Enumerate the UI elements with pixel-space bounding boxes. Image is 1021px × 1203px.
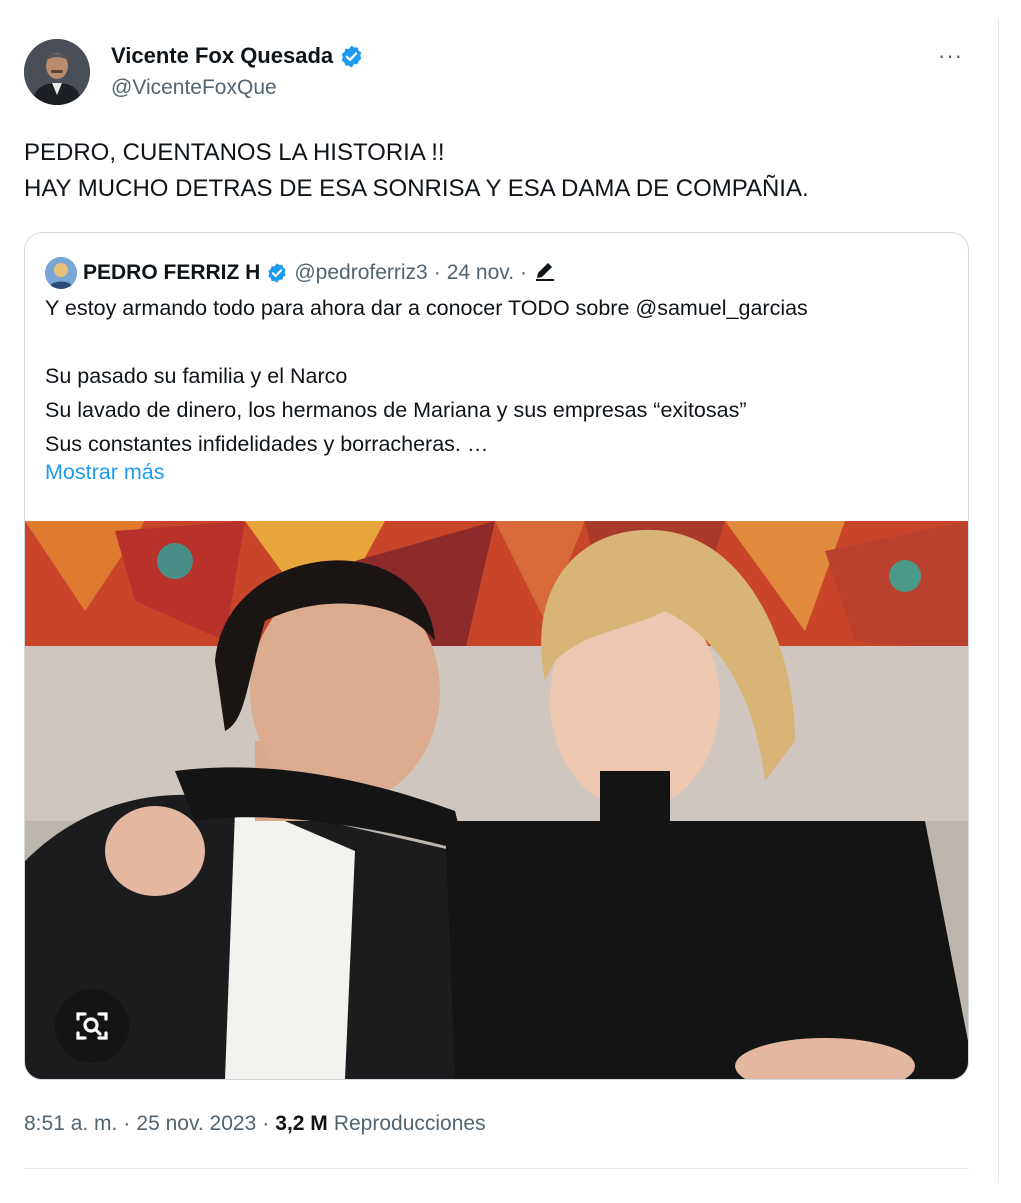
quoted-tweet-card[interactable]: PEDRO FERRIZ H @pedroferriz3 · 24 nov. ·… bbox=[24, 232, 969, 1080]
quoted-author-name[interactable]: PEDRO FERRIZ H bbox=[83, 261, 260, 285]
tweet-line-2: HAY MUCHO DETRAS DE ESA SONRISA Y ESA DA… bbox=[24, 175, 809, 202]
quoted-photo[interactable] bbox=[25, 521, 968, 1079]
separator-dot: · bbox=[123, 1112, 131, 1135]
quoted-text: Y estoy armando todo para ahora dar a co… bbox=[45, 296, 808, 456]
separator-dot: · bbox=[262, 1112, 270, 1135]
separator-dot: · bbox=[433, 261, 441, 284]
visual-search-icon bbox=[76, 1012, 108, 1040]
quoted-verified-badge-icon bbox=[266, 262, 288, 284]
separator-dot: · bbox=[520, 261, 528, 284]
author-handle[interactable]: @VicenteFoxQue bbox=[111, 76, 277, 100]
views-label: Reproducciones bbox=[333, 1112, 486, 1135]
quoted-header: PEDRO FERRIZ H @pedroferriz3 · 24 nov. · bbox=[45, 257, 557, 289]
quoted-author-avatar[interactable] bbox=[45, 257, 77, 289]
verified-badge-icon bbox=[339, 44, 364, 69]
show-more-link[interactable]: Mostrar más bbox=[45, 460, 164, 485]
quoted-date[interactable]: 24 nov. bbox=[447, 261, 514, 285]
tweet-meta: 8:51 a. m. · 25 nov. 2023 · 3,2 M Reprod… bbox=[24, 1112, 486, 1136]
views-count: 3,2 M bbox=[275, 1112, 328, 1135]
column-divider bbox=[998, 18, 999, 1183]
tweet-line-1: PEDRO, CUENTANOS LA HISTORIA !! bbox=[24, 139, 445, 166]
author-name-row: Vicente Fox Quesada bbox=[111, 42, 364, 70]
tweet-time[interactable]: 8:51 a. m. bbox=[24, 1112, 117, 1136]
tweet-text: PEDRO, CUENTANOS LA HISTORIA !! HAY MUCH… bbox=[24, 135, 809, 207]
author-name[interactable]: Vicente Fox Quesada bbox=[111, 42, 333, 70]
quoted-author-handle[interactable]: @pedroferriz3 bbox=[294, 261, 427, 285]
visual-search-button[interactable] bbox=[55, 989, 129, 1063]
author-avatar[interactable] bbox=[24, 39, 90, 105]
more-options-icon[interactable]: ··· bbox=[938, 43, 963, 69]
tweet-date[interactable]: 25 nov. 2023 bbox=[136, 1112, 256, 1136]
edited-pencil-icon[interactable] bbox=[533, 258, 557, 288]
divider bbox=[24, 1168, 969, 1169]
